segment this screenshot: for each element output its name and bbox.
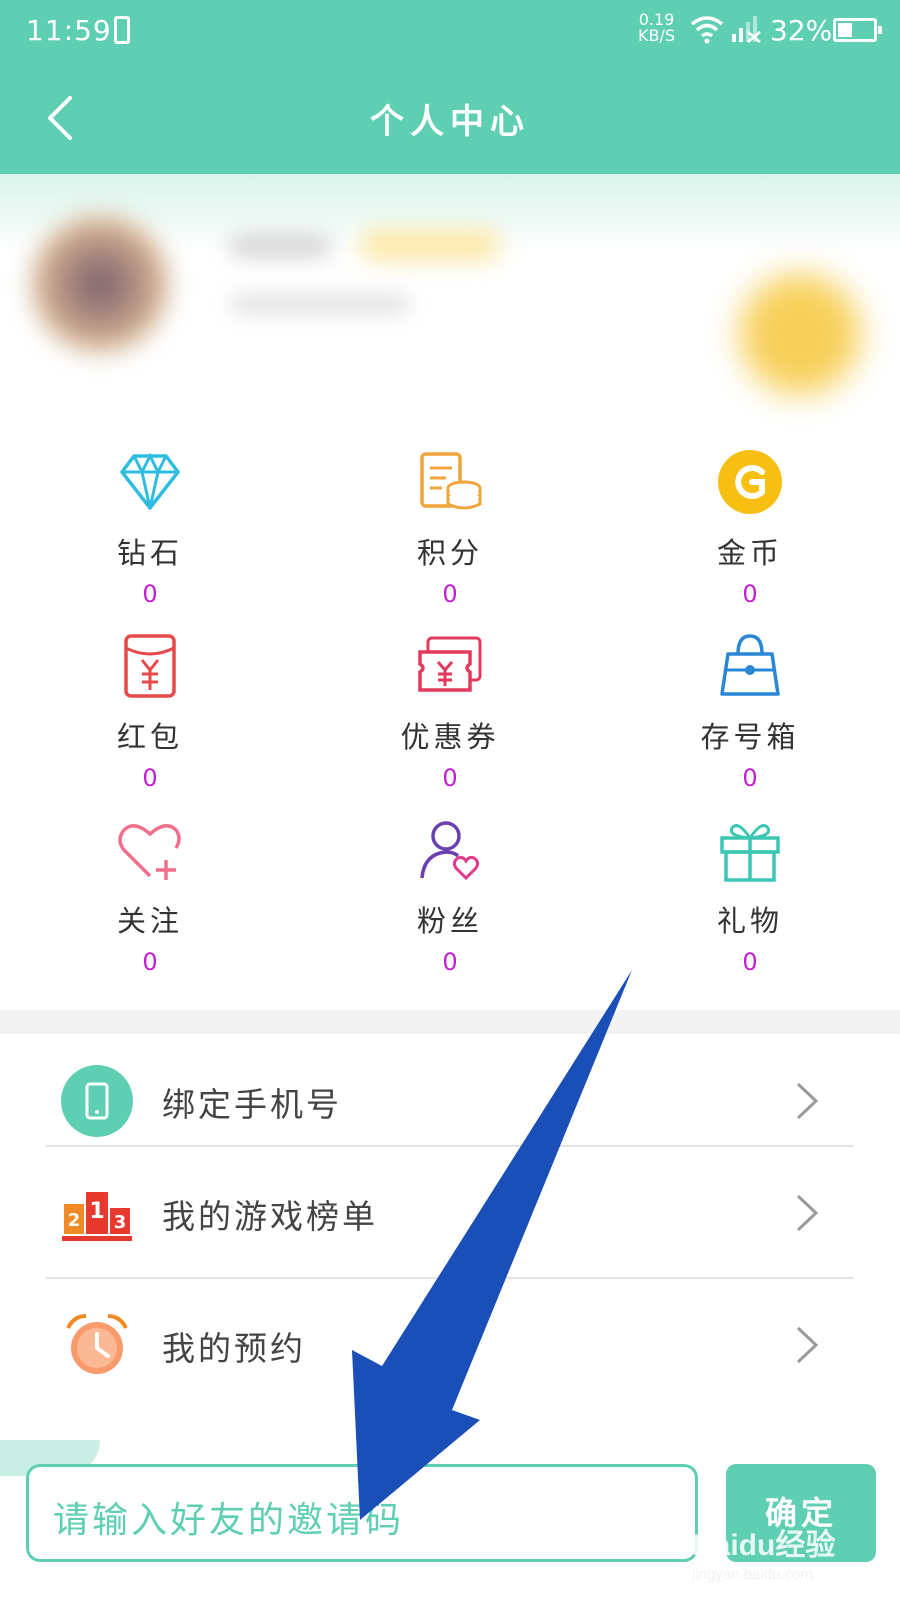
stat-gift[interactable]: 礼物 0 <box>600 806 900 990</box>
stat-value: 0 <box>442 764 458 792</box>
stat-value: 0 <box>742 580 758 608</box>
status-time: 11:59 <box>26 14 112 47</box>
sign-in-badge-blurred[interactable] <box>740 274 860 394</box>
stat-label: 礼物 <box>716 904 783 938</box>
wifi-icon <box>690 16 724 44</box>
menu-my-reservations[interactable]: 我的预约 <box>0 1278 900 1412</box>
level-badge-blurred <box>360 230 500 260</box>
battery-percent: 32% <box>770 14 833 47</box>
page-title: 个人中心 <box>370 102 530 142</box>
bag-icon <box>720 634 780 696</box>
chevron-right-icon <box>796 1194 819 1232</box>
invite-code-input[interactable]: 请输入好友的邀请码 <box>26 1464 698 1562</box>
red-packet-icon <box>124 634 176 698</box>
menu-label: 绑定手机号 <box>162 1085 342 1124</box>
menu-label: 我的游戏榜单 <box>162 1197 378 1236</box>
fan-user-icon <box>420 821 480 881</box>
menu-label: 我的预约 <box>162 1329 306 1368</box>
gold-coin-icon <box>718 450 782 514</box>
stat-diamond[interactable]: 钻石 0 <box>0 438 300 622</box>
watermark-url: jingyan.baidu.com <box>692 1566 813 1583</box>
section-divider <box>0 1010 900 1034</box>
stat-label: 存号箱 <box>700 720 800 754</box>
stat-storage[interactable]: 存号箱 0 <box>600 622 900 806</box>
username-blurred <box>230 234 330 258</box>
heart-plus-icon <box>118 824 181 880</box>
menu-game-rankings[interactable]: 2 1 3 我的游戏榜单 <box>0 1146 900 1280</box>
stat-gold[interactable]: 金币 0 <box>600 438 900 622</box>
stat-label: 钻石 <box>116 536 183 570</box>
stat-value: 0 <box>142 764 158 792</box>
avatar[interactable] <box>30 214 170 354</box>
stat-label: 粉丝 <box>416 904 483 938</box>
chevron-right-icon <box>796 1326 819 1364</box>
stat-fans[interactable]: 粉丝 0 <box>300 806 600 990</box>
coupon-icon <box>418 636 482 692</box>
stat-value: 0 <box>442 948 458 976</box>
gift-icon <box>720 824 780 882</box>
coin-stack-icon <box>420 452 482 510</box>
stat-value: 0 <box>742 764 758 792</box>
battery-icon <box>833 18 882 42</box>
stat-label: 金币 <box>716 536 783 570</box>
stat-points[interactable]: 积分 0 <box>300 438 600 622</box>
network-speed: 0.19 KB/S <box>638 12 675 44</box>
stat-value: 0 <box>442 580 458 608</box>
watermark-main: Baidu经验 <box>692 1529 836 1562</box>
signal-icon <box>732 16 761 43</box>
stat-coupon[interactable]: 优惠券 0 <box>300 622 600 806</box>
chevron-right-icon <box>796 1082 819 1120</box>
stat-label: 红包 <box>116 720 183 754</box>
stat-label: 优惠券 <box>400 720 500 754</box>
stats-grid: 钻石 0 积分 0 金币 0 红包 0 优惠券 0 存号箱 0 关注 0 粉丝 … <box>0 438 900 1010</box>
stat-label: 关注 <box>116 904 183 938</box>
svg-text:2: 2 <box>68 1210 81 1231</box>
stat-label: 积分 <box>416 536 483 570</box>
svg-text:1: 1 <box>89 1199 104 1224</box>
alarm-clock-icon <box>66 1314 128 1374</box>
vibrate-icon <box>114 16 130 44</box>
profile-header[interactable] <box>0 174 900 438</box>
stat-follow[interactable]: 关注 0 <box>0 806 300 990</box>
network-speed-unit: KB/S <box>638 26 676 45</box>
podium-icon: 2 1 3 <box>62 1192 132 1241</box>
baidu-watermark: Baidu经验 jingyan.baidu.com <box>692 1520 872 1590</box>
status-bar: 11:59 0.19 KB/S 32% <box>0 0 900 62</box>
stat-value: 0 <box>742 948 758 976</box>
stat-value: 0 <box>142 580 158 608</box>
diamond-icon <box>120 452 180 510</box>
stat-red-packet[interactable]: 红包 0 <box>0 622 300 806</box>
user-subtitle-blurred <box>230 294 410 314</box>
phone-icon <box>61 1065 133 1137</box>
stat-value: 0 <box>142 948 158 976</box>
svg-text:3: 3 <box>114 1212 127 1233</box>
nav-bar: 个人中心 <box>0 62 900 174</box>
